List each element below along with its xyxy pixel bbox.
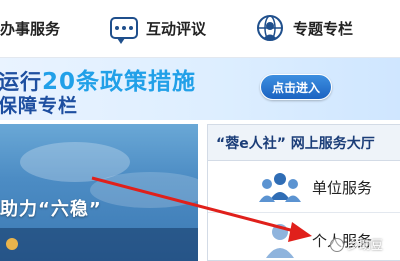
slider-indicator-dot[interactable]: [6, 238, 18, 250]
nav-interact-label: 互动评议: [146, 19, 207, 38]
top-nav: 办事服务 互动评议 专题专栏: [0, 0, 400, 58]
unit-service-entry[interactable]: 单位服务: [208, 163, 400, 213]
enter-button[interactable]: 点击进入: [260, 74, 332, 100]
slider-caption: 助力“六稳”: [0, 199, 102, 220]
slider-caption-bar: [0, 228, 198, 261]
watermark-text: 乡助豆: [347, 238, 384, 252]
person-icon: [266, 224, 294, 258]
nav-topic-label: 专题专栏: [293, 19, 354, 38]
slider-cloud: [90, 172, 198, 208]
nav-item-topic[interactable]: 专题专栏: [255, 12, 353, 44]
nav-item-affairs[interactable]: 办事服务: [0, 12, 60, 44]
nav-item-interact[interactable]: 互动评议: [110, 12, 206, 44]
chat-icon: [110, 17, 138, 44]
people-group-icon: [259, 172, 301, 202]
policy-banner[interactable]: 运行20条政策措施 保障专栏 点击进入: [0, 58, 400, 120]
unit-service-label: 单位服务: [312, 179, 373, 197]
globe-person-icon: [257, 15, 283, 41]
nav-affairs-label: 办事服务: [0, 19, 61, 38]
watermark: 乡助豆: [330, 236, 383, 253]
banner-line-2: 保障专栏: [0, 95, 79, 117]
watermark-logo-icon: [330, 237, 344, 252]
panel-title: “蓉e人社” 网上服务大厅: [216, 135, 375, 152]
panel-header: “蓉e人社” 网上服务大厅: [208, 125, 400, 161]
